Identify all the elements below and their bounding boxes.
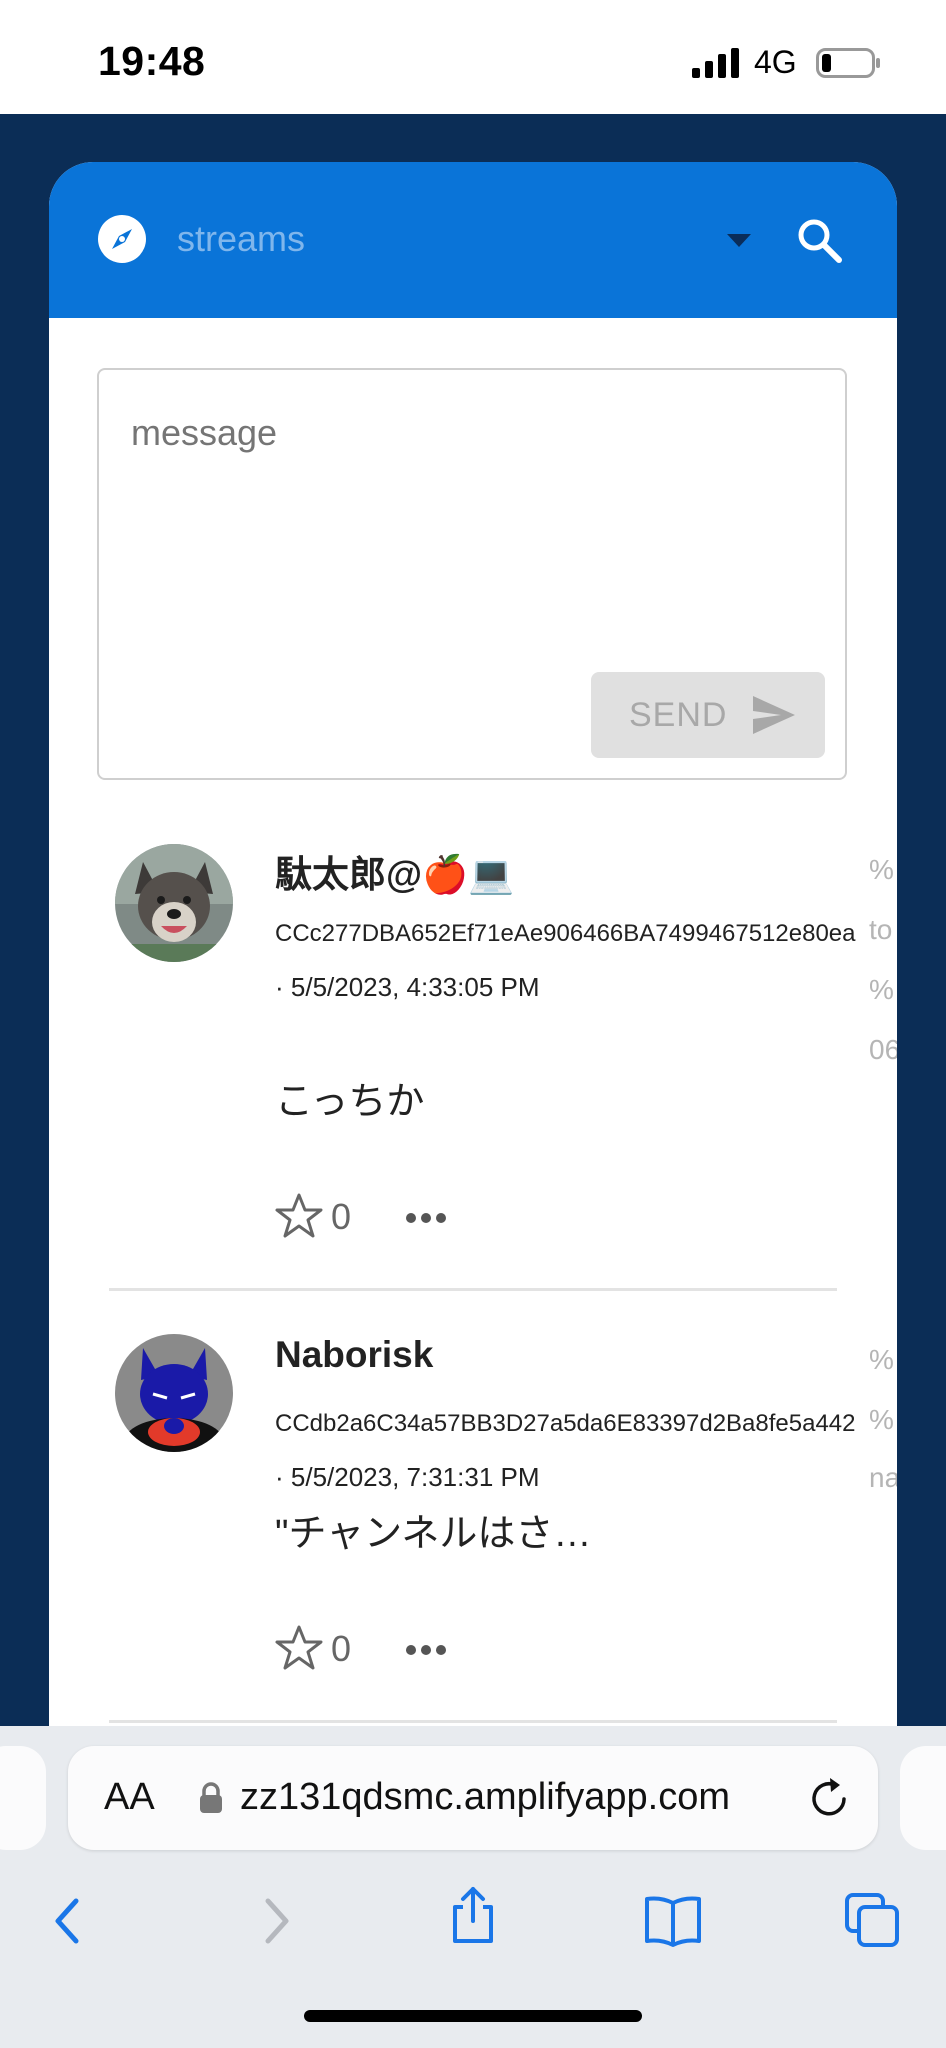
compass-icon[interactable] [97, 214, 147, 264]
more-options-icon[interactable] [405, 1644, 447, 1656]
post-date: · 5/5/2023, 7:31:31 PM [275, 1462, 540, 1492]
message-composer: SEND [97, 368, 847, 780]
previous-tab-preview[interactable] [0, 1746, 46, 1850]
side-text: % [869, 1344, 894, 1375]
next-tab-preview[interactable] [900, 1746, 946, 1850]
status-bar: 19:48 4G [0, 0, 946, 114]
browser-toolbar [0, 1881, 946, 1981]
stream-card: streams SEND [49, 162, 897, 1762]
post-address: CCc277DBA652Ef71eAe906466BA7499467512e80… [275, 920, 856, 947]
send-icon [753, 696, 795, 734]
signal-icon [692, 48, 739, 78]
side-text: 06 [869, 1034, 897, 1065]
like-count: 0 [331, 1628, 352, 1669]
fox-avatar[interactable] [115, 1334, 233, 1452]
side-text: to [869, 914, 893, 945]
battery-icon [816, 48, 880, 78]
stream-selector[interactable]: streams [177, 218, 305, 260]
browser-chrome: AA zz131qdsmc.amplifyapp.com [0, 1726, 946, 2048]
reload-icon[interactable] [806, 1776, 852, 1822]
star-icon[interactable] [275, 1192, 323, 1240]
url-text[interactable]: zz131qdsmc.amplifyapp.com [240, 1776, 730, 1819]
post-date: · 5/5/2023, 4:33:05 PM [275, 972, 540, 1002]
lock-icon [200, 1782, 222, 1813]
post-text: こっちか [275, 1081, 425, 1123]
send-button[interactable]: SEND [591, 672, 825, 758]
side-text: % [869, 854, 894, 885]
status-time: 19:48 [98, 38, 206, 84]
post-username[interactable]: 駄太郎@🍎💻 [275, 844, 514, 898]
reader-options-button[interactable]: AA [104, 1776, 155, 1819]
bookmarks-icon[interactable] [643, 1891, 703, 1951]
dropdown-caret-icon[interactable] [727, 234, 751, 247]
post-divider [109, 1288, 837, 1291]
back-icon[interactable] [40, 1891, 100, 1951]
message-input[interactable] [131, 412, 731, 454]
forward-icon [265, 1898, 289, 1944]
app-bar: streams [49, 162, 897, 318]
address-bar[interactable]: AA zz131qdsmc.amplifyapp.com [68, 1746, 878, 1850]
more-options-icon[interactable] [405, 1212, 447, 1224]
post-divider [109, 1720, 837, 1723]
send-button-label: SEND [629, 696, 728, 734]
tabs-icon[interactable] [843, 1891, 903, 1951]
network-type: 4G [754, 44, 797, 80]
share-icon[interactable] [443, 1885, 503, 1945]
post-username[interactable]: Naborisk [275, 1334, 433, 1376]
like-count: 0 [331, 1196, 352, 1237]
side-text: % [869, 1404, 894, 1435]
post-text: "チャンネルはさ… [275, 1513, 592, 1555]
side-text: % [869, 974, 894, 1005]
wolf-avatar[interactable] [115, 844, 233, 962]
search-icon[interactable] [795, 216, 843, 264]
star-icon[interactable] [275, 1624, 323, 1672]
home-indicator [304, 2010, 642, 2022]
side-text: na [869, 1462, 897, 1493]
post-address: CCdb2a6C34a57BB3D27a5da6E83397d2Ba8fe5a4… [275, 1410, 856, 1437]
